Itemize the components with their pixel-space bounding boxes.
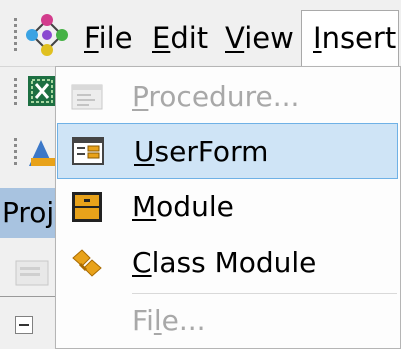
- menu-file-rest: ile: [98, 21, 133, 55]
- toolbar-row-1: [0, 68, 60, 114]
- toolbar-grip[interactable]: [13, 18, 18, 54]
- procedure-rest: rocedure...: [148, 80, 300, 113]
- procedure-mnemonic: P: [132, 80, 149, 113]
- vba-app-icon: [26, 14, 68, 56]
- file-mnemonic: l: [153, 304, 162, 337]
- menu-edit-rest: dit: [170, 21, 209, 55]
- procedure-icon: [71, 84, 103, 110]
- menu-file-mnemonic: F: [84, 21, 99, 55]
- menu-edit-mnemonic: E: [152, 21, 171, 55]
- toolbar-grip[interactable]: [13, 78, 18, 108]
- file-rest: e...: [161, 304, 206, 337]
- class-module-mnemonic: C: [132, 246, 152, 279]
- class-module-rest: lass Module: [151, 246, 317, 279]
- menu-insert[interactable]: Insert: [313, 18, 396, 58]
- menu-separator: [132, 293, 397, 294]
- excel-icon[interactable]: [27, 74, 57, 108]
- menu-item-userform[interactable]: UserForm: [57, 123, 398, 179]
- userform-icon: [72, 137, 104, 165]
- class-module-icon: [72, 249, 102, 277]
- view-code-icon[interactable]: [14, 258, 50, 288]
- file-pre: Fi: [132, 304, 154, 337]
- menu-item-userform-label: UserForm: [134, 132, 268, 172]
- project-explorer-title: Proj: [2, 196, 55, 229]
- menu-item-class-module[interactable]: Class Module: [56, 235, 400, 291]
- minus-icon: [19, 324, 29, 326]
- menu-item-module[interactable]: Module: [56, 179, 400, 235]
- module-rest: odule: [156, 190, 234, 223]
- module-icon: [72, 192, 102, 222]
- toolbar-row-2: [0, 128, 60, 174]
- menu-item-file-label: File...: [132, 301, 206, 341]
- menu-item-module-label: Module: [132, 187, 234, 227]
- menu-item-procedure[interactable]: Procedure...: [56, 69, 400, 125]
- menu-bar: File Edit View Insert: [0, 0, 401, 68]
- menu-item-procedure-label: Procedure...: [132, 77, 299, 117]
- menu-file[interactable]: File: [84, 18, 133, 58]
- menu-insert-rest: nsert: [321, 21, 397, 55]
- design-mode-icon[interactable]: [27, 136, 57, 168]
- menu-item-file[interactable]: File...: [56, 295, 400, 347]
- userform-rest: serForm: [154, 135, 269, 168]
- panel-divider: [0, 296, 60, 297]
- userform-mnemonic: U: [134, 135, 155, 168]
- toolbar-grip[interactable]: [13, 138, 18, 168]
- insert-menu-dropdown: Procedure... UserForm Module Class Modul…: [55, 66, 401, 349]
- tree-collapse-toggle[interactable]: [15, 316, 33, 334]
- module-mnemonic: M: [132, 190, 157, 223]
- menu-edit[interactable]: Edit: [152, 18, 208, 58]
- menu-insert-mnemonic: I: [313, 21, 322, 55]
- menu-view[interactable]: View: [225, 18, 294, 58]
- menu-view-rest: iew: [244, 21, 294, 55]
- menu-item-class-module-label: Class Module: [132, 243, 316, 283]
- menu-view-mnemonic: V: [225, 21, 245, 55]
